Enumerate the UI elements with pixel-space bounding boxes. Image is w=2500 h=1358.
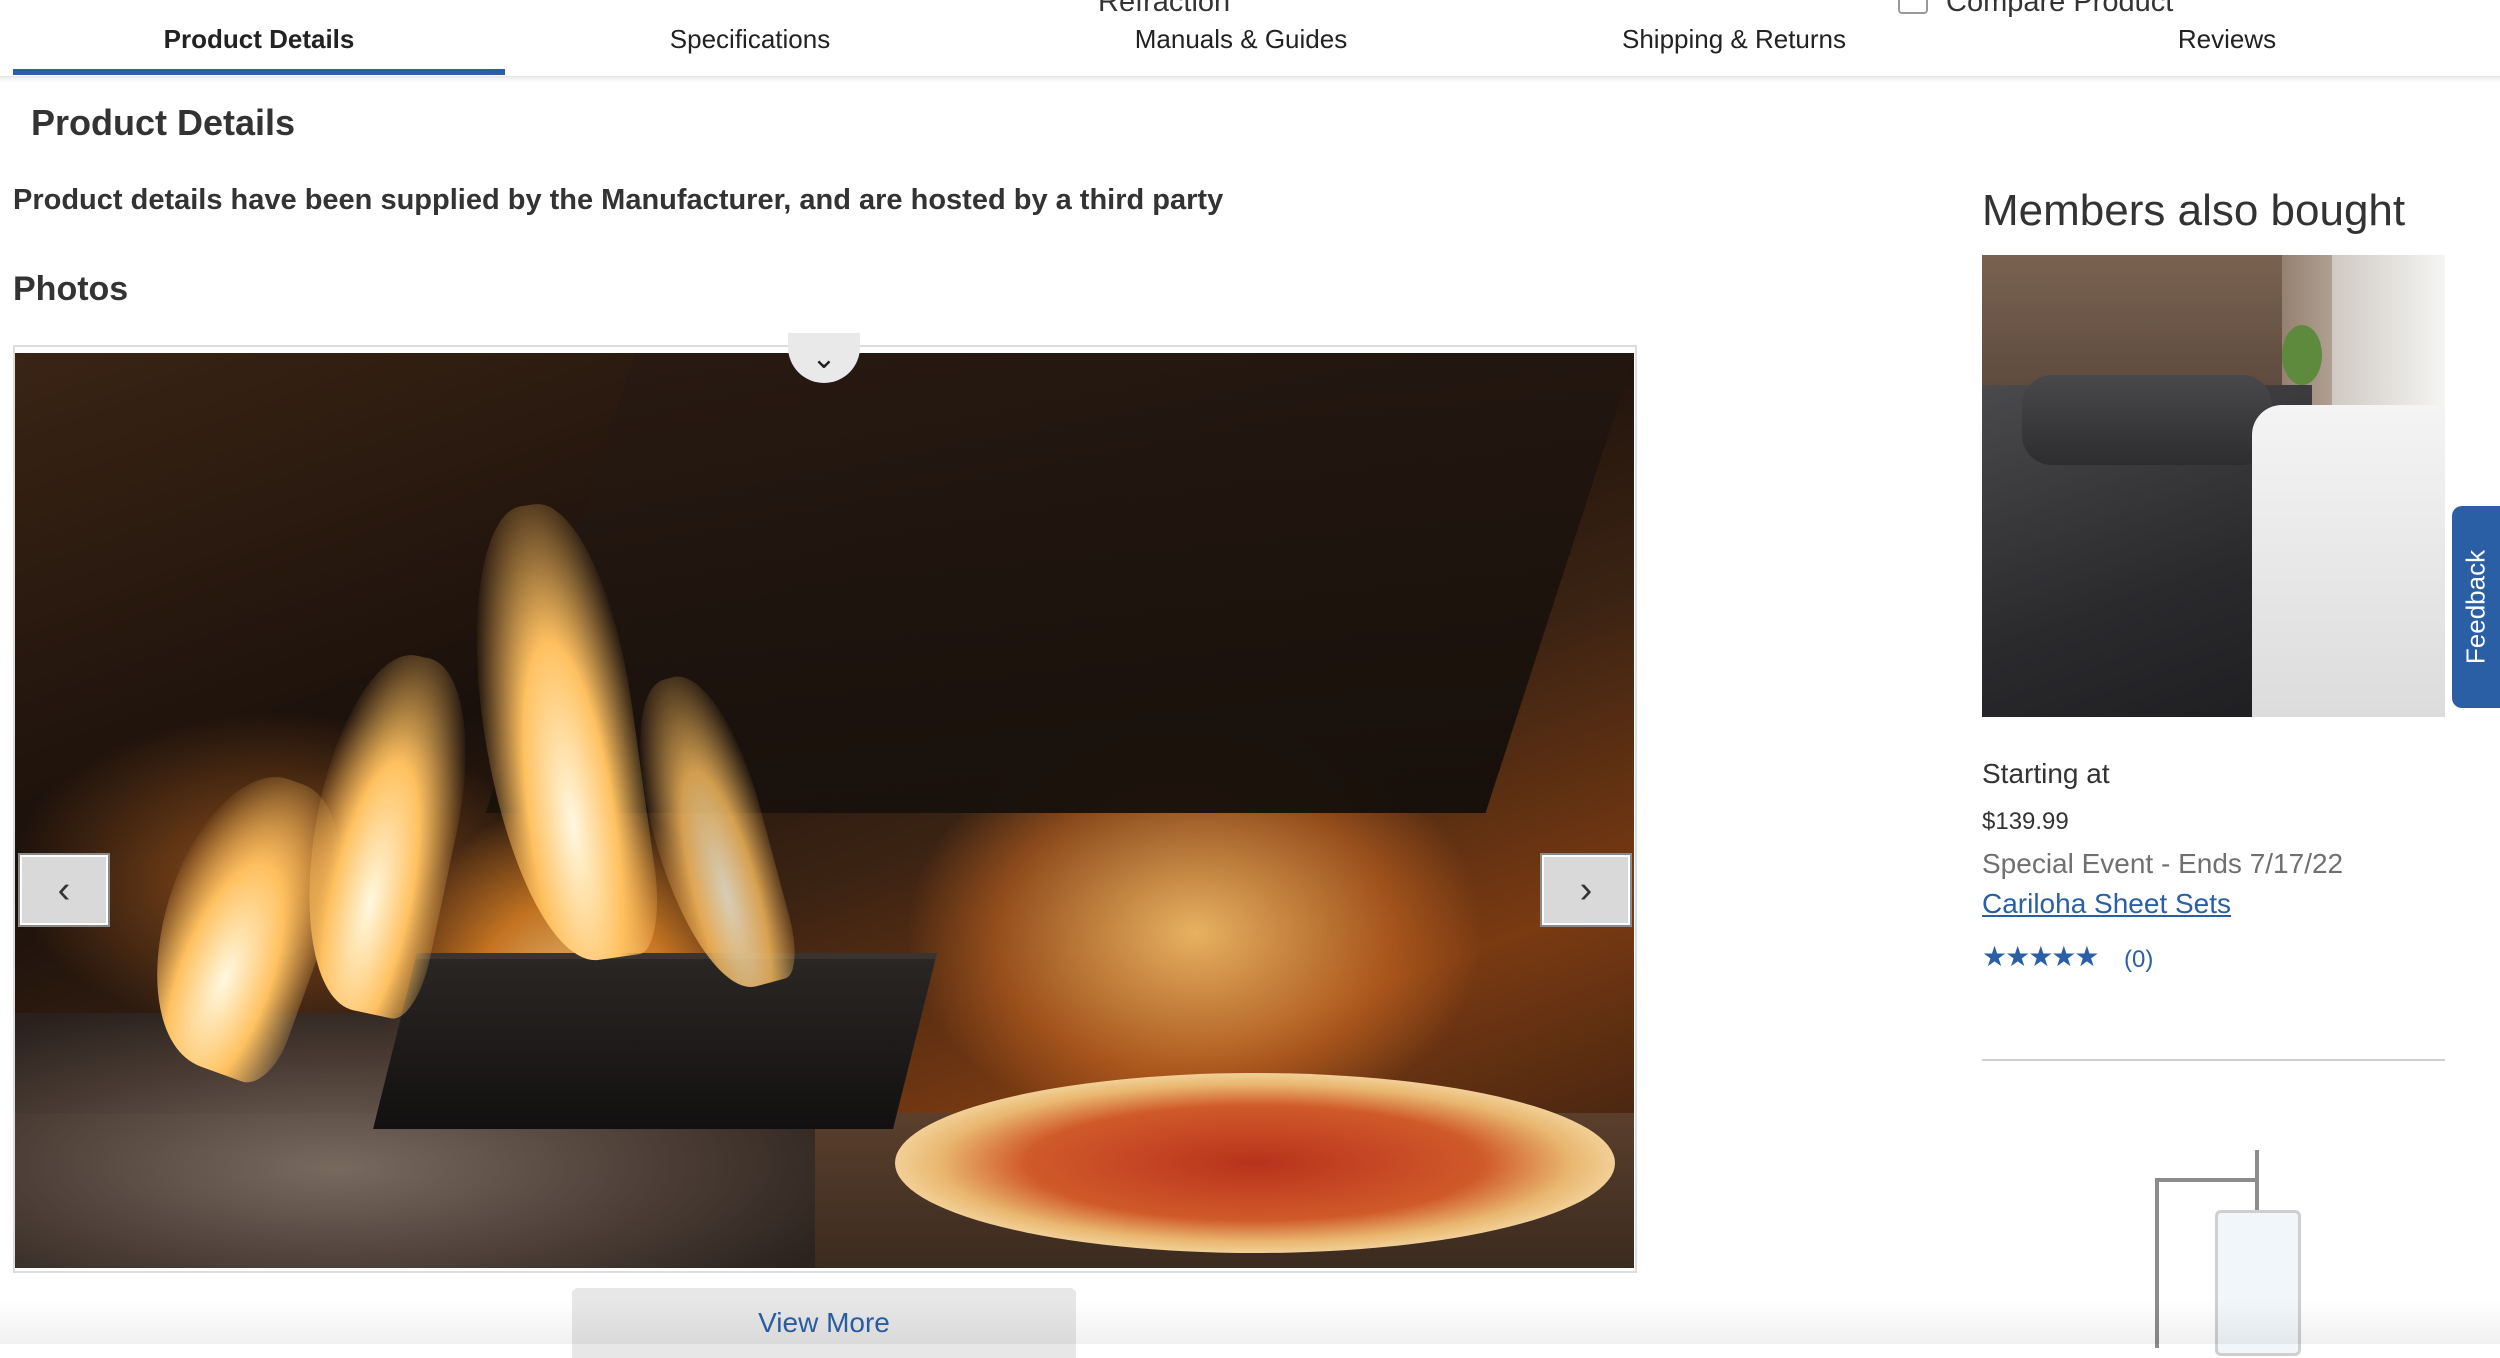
product-divider — [1982, 1059, 2445, 1061]
lamp-top-shape — [2155, 1178, 2255, 1182]
headboard-shape — [1982, 255, 2282, 395]
starting-at-label: Starting at — [1982, 758, 2110, 789]
bottom-fade — [0, 1300, 2500, 1344]
active-tab-indicator — [13, 69, 505, 75]
product-tab-bar: Product Details Specifications Manuals &… — [0, 0, 2500, 78]
tab-reviews[interactable]: Reviews — [1981, 24, 2473, 55]
chevron-right-icon: › — [1579, 868, 1593, 911]
lamp-arm-shape — [2155, 1178, 2159, 1348]
carousel-next-button[interactable]: › — [1540, 853, 1632, 927]
manufacturer-note: Product details have been supplied by th… — [13, 184, 1224, 216]
plant-shape — [2282, 325, 2322, 385]
view-more-button[interactable]: View More — [572, 1288, 1076, 1358]
feedback-tab[interactable]: Feedback — [2452, 506, 2500, 708]
pizza-shape — [895, 1073, 1615, 1253]
members-also-bought-title: Members also bought — [1982, 186, 2406, 235]
lamp-shade-shape — [2215, 1210, 2301, 1356]
tab-specifications[interactable]: Specifications — [505, 24, 995, 55]
window-shape — [2332, 255, 2445, 415]
carousel-prev-button[interactable]: ‹ — [18, 853, 110, 927]
product-price: $139.99 — [1982, 808, 2069, 835]
tab-bar-shadow — [0, 77, 2500, 83]
chevron-left-icon: ‹ — [57, 868, 71, 911]
product-name-link[interactable]: Cariloha Sheet Sets — [1982, 888, 2231, 920]
fire-grate-shape — [373, 953, 937, 1129]
tab-manuals-guides[interactable]: Manuals & Guides — [995, 24, 1487, 55]
tab-shipping-returns[interactable]: Shipping & Returns — [1487, 24, 1981, 55]
lamp-pole-shape — [2255, 1150, 2259, 1210]
white-duvet-shape — [2252, 405, 2445, 717]
chevron-down-icon: ⌄ — [811, 341, 837, 375]
tab-product-details[interactable]: Product Details — [13, 24, 505, 55]
pillow-shape — [2022, 375, 2272, 465]
carousel-photo-pizza-oven — [15, 353, 1634, 1268]
rating-stars-icon[interactable]: ★★★★★ — [1982, 940, 2100, 973]
photos-heading: Photos — [13, 270, 129, 308]
special-event-text: Special Event - Ends 7/17/22 — [1982, 848, 2344, 879]
feedback-label: Feedback — [2460, 549, 2491, 665]
section-title: Product Details — [31, 102, 296, 143]
product-image-lamp[interactable] — [2155, 1150, 2301, 1356]
review-count[interactable]: (0) — [2124, 946, 2153, 974]
product-image-sheets[interactable] — [1982, 255, 2445, 717]
